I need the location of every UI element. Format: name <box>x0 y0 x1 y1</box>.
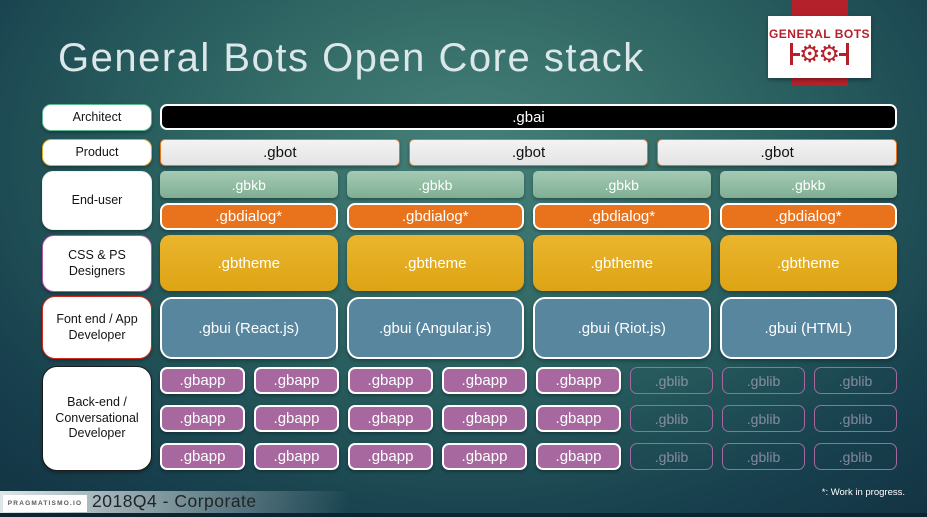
stack-box-gbtheme: .gbtheme <box>719 235 897 291</box>
row-backend-2: .gbapp .gbapp .gbapp .gbapp .gbapp .gbli… <box>160 405 897 432</box>
stack-box-gbapp: .gbapp <box>348 367 433 394</box>
stack-box-gbot: .gbot <box>160 139 400 166</box>
role-label-back-end-conversational-developer: Back-end / Conversational Developer <box>42 366 152 471</box>
stack-box-gbkb: .gbkb <box>160 171 338 198</box>
role-label-end-user: End-user <box>42 171 152 230</box>
gears-icon: ⚙ ⚙ <box>789 39 850 69</box>
page-title: General Bots Open Core stack <box>58 36 645 80</box>
footer-edition-text: 2018Q4 - Corporate <box>92 491 257 511</box>
stack-box-gbot: .gbot <box>657 139 898 166</box>
role-label-front-end-app-developer: Font end / App Developer <box>42 296 152 359</box>
stack-box-gbdialog: .gbdialog* <box>346 203 524 230</box>
work-in-progress-note: *: Work in progress. <box>821 487 905 498</box>
stack-box-gbkb: .gbkb <box>346 171 524 198</box>
stack-box-gblib: .gblib <box>722 405 805 432</box>
stack-box-gbot: .gbot <box>408 139 649 166</box>
stack-box-gblib: .gblib <box>814 443 897 470</box>
stack-box-gblib: .gblib <box>630 367 713 394</box>
stack-box-gbapp: .gbapp <box>254 405 339 432</box>
stack-box-gblib: .gblib <box>630 443 713 470</box>
stack-box-gbapp: .gbapp <box>536 367 621 394</box>
stack-box-gbapp: .gbapp <box>536 443 621 470</box>
stack-box-gblib: .gblib <box>722 367 805 394</box>
stack-box-gbapp: .gbapp <box>160 443 245 470</box>
slide: General Bots Open Core stack GENERAL BOT… <box>0 0 927 517</box>
stack-box-gbapp: .gbapp <box>536 405 621 432</box>
stack-box-gbapp: .gbapp <box>160 367 245 394</box>
stack-box-gbdialog: .gbdialog* <box>160 203 338 230</box>
stack-box-gblib: .gblib <box>814 367 897 394</box>
stack-box-gbdialog: .gbdialog* <box>719 203 897 230</box>
gear-icon: ⚙ <box>798 40 821 68</box>
row-gbdialog: .gbdialog* .gbdialog* .gbdialog* .gbdial… <box>160 203 897 230</box>
row-gbai: .gbai <box>160 104 897 130</box>
stack-box-gblib: .gblib <box>630 405 713 432</box>
gear-axle-right <box>839 52 847 56</box>
stack-box-gbui-riot: .gbui (Riot.js) <box>533 297 711 359</box>
role-label-architect: Architect <box>42 104 152 131</box>
stack-box-gblib: .gblib <box>814 405 897 432</box>
stack-box-gblib: .gblib <box>722 443 805 470</box>
row-gbui: .gbui (React.js) .gbui (Angular.js) .gbu… <box>160 297 897 359</box>
bottom-edge-strip <box>0 513 927 517</box>
row-gbkb: .gbkb .gbkb .gbkb .gbkb <box>160 171 897 198</box>
stack-box-gbkb: .gbkb <box>533 171 711 198</box>
general-bots-logo: GENERAL BOTS ⚙ ⚙ <box>768 16 871 78</box>
row-backend-3: .gbapp .gbapp .gbapp .gbapp .gbapp .gbli… <box>160 443 897 470</box>
stack-box-gbapp: .gbapp <box>254 443 339 470</box>
row-gbot: .gbot .gbot .gbot <box>160 139 898 166</box>
gear-endbar-right <box>846 43 850 65</box>
stack-box-gbui-angular: .gbui (Angular.js) <box>346 297 524 359</box>
stack-box-gbai: .gbai <box>160 104 897 130</box>
pragmatismo-logo: PRAGMATISMO.IO <box>3 495 87 512</box>
stack-box-gbapp: .gbapp <box>348 405 433 432</box>
gear-icon: ⚙ <box>818 40 841 68</box>
stack-box-gbdialog: .gbdialog* <box>533 203 711 230</box>
stack-box-gbui-html: .gbui (HTML) <box>719 297 897 359</box>
stack-box-gbtheme: .gbtheme <box>346 235 524 291</box>
role-label-css-ps-designers: CSS & PS Designers <box>42 235 152 292</box>
stack-box-gbapp: .gbapp <box>442 367 527 394</box>
role-label-product: Product <box>42 139 152 166</box>
stack-box-gbapp: .gbapp <box>348 443 433 470</box>
row-gbtheme: .gbtheme .gbtheme .gbtheme .gbtheme <box>160 235 897 291</box>
stack-box-gbkb: .gbkb <box>719 171 897 198</box>
stack-box-gbapp: .gbapp <box>442 405 527 432</box>
row-backend-1: .gbapp .gbapp .gbapp .gbapp .gbapp .gbli… <box>160 367 897 394</box>
stack-box-gbui-react: .gbui (React.js) <box>160 297 338 359</box>
stack-box-gbtheme: .gbtheme <box>533 235 711 291</box>
stack-box-gbtheme: .gbtheme <box>160 235 338 291</box>
stack-box-gbapp: .gbapp <box>442 443 527 470</box>
stack-box-gbapp: .gbapp <box>254 367 339 394</box>
stack-box-gbapp: .gbapp <box>160 405 245 432</box>
